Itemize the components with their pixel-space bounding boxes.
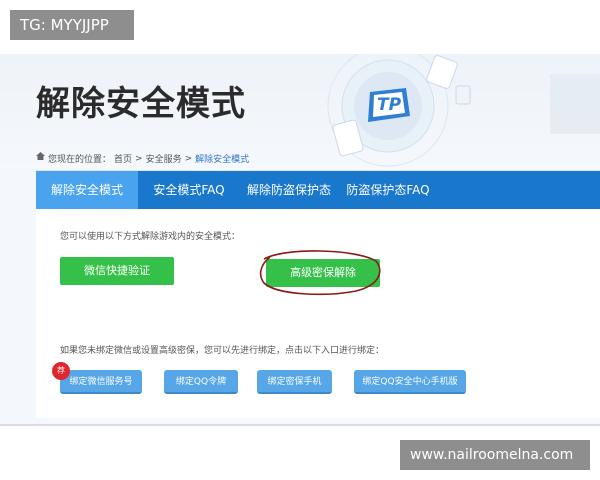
breadcrumb: 您现在的位置： 首页 > 安全服务 > 解除安全模式 <box>36 152 249 165</box>
bind-hint: 如果您未绑定微信或设置高级密保，您可以先进行绑定，点击以下入口进行绑定： <box>60 346 385 356</box>
hand-drawn-circle-annotation <box>259 250 381 296</box>
screenshot-root: TP 解除安全模式 您现在的位置： 首页 > 安全服务 > 解除安全模式 解除安… <box>0 0 600 480</box>
bottom-divider <box>0 424 600 426</box>
breadcrumb-current: 解除安全模式 <box>195 155 250 165</box>
bind-qq-security-center-button[interactable]: 绑定QQ安全中心手机版 <box>354 370 466 394</box>
page-banner: TP 解除安全模式 您现在的位置： 首页 > 安全服务 > 解除安全模式 <box>0 54 600 170</box>
bind-qq-token-button[interactable]: 绑定QQ令牌 <box>164 370 238 394</box>
breadcrumb-separator: > <box>135 153 143 164</box>
tp-logo-text: TP <box>377 95 402 115</box>
tab-anti-theft-faq[interactable]: 防盗保护态FAQ <box>338 171 438 209</box>
breadcrumb-security-service[interactable]: 安全服务 <box>146 152 182 165</box>
page-title: 解除安全模式 <box>36 84 246 124</box>
tab-unlock-anti-theft[interactable]: 解除防盗保护态 <box>240 171 338 209</box>
recommended-badge: 荐 <box>52 362 70 380</box>
home-icon <box>36 152 45 163</box>
breadcrumb-home[interactable]: 首页 <box>114 152 132 165</box>
tab-bar: 解除安全模式 安全模式FAQ 解除防盗保护态 防盗保护态FAQ <box>36 171 600 209</box>
content-panel: 解除安全模式 安全模式FAQ 解除防盗保护态 防盗保护态FAQ 您可以使用以下方… <box>36 170 600 418</box>
watermark-top: TG: MYYJJPP <box>10 10 134 40</box>
wechat-verify-button[interactable]: 微信快捷验证 <box>60 257 174 285</box>
bind-wechat-service-button[interactable]: 绑定微信服务号 <box>60 370 142 394</box>
tab-unlock-safe-mode[interactable]: 解除安全模式 <box>36 171 138 209</box>
bind-security-phone-button[interactable]: 绑定密保手机 <box>257 370 332 394</box>
unlock-methods-hint: 您可以使用以下方式解除游戏内的安全模式： <box>60 232 241 242</box>
breadcrumb-separator: > <box>184 153 193 164</box>
security-page: TP 解除安全模式 您现在的位置： 首页 > 安全服务 > 解除安全模式 解除安… <box>0 54 600 426</box>
breadcrumb-prefix: 您现在的位置： <box>48 155 112 165</box>
tp-logo-icon: TP <box>364 86 412 126</box>
tab-safe-mode-faq[interactable]: 安全模式FAQ <box>138 171 240 209</box>
watermark-bottom: www.nailroomelna.com <box>400 440 590 470</box>
